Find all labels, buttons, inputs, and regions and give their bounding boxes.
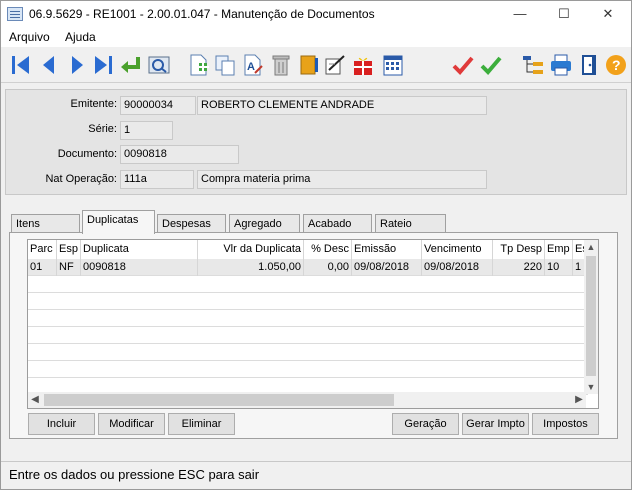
previous-record-icon[interactable] [37, 53, 61, 77]
emitente-code-field[interactable]: 90000034 [120, 96, 196, 115]
goto-icon[interactable] [119, 53, 143, 77]
cell-desc: 0,00 [304, 259, 352, 276]
nat-operacao-code-field[interactable]: 111a [120, 170, 194, 189]
search-icon[interactable] [147, 53, 171, 77]
serie-field[interactable]: 1 [120, 121, 173, 140]
last-record-icon[interactable] [91, 53, 115, 77]
incluir-button[interactable]: Incluir [28, 413, 95, 435]
col-emp[interactable]: Emp [545, 240, 573, 259]
copy-icon[interactable] [213, 53, 237, 77]
cell-parc: 01 [28, 259, 57, 276]
vertical-scroll-thumb[interactable] [586, 256, 596, 376]
cell-esp: NF [57, 259, 81, 276]
menu-bar: Arquivo Ajuda [1, 27, 631, 47]
ok-icon[interactable] [479, 53, 503, 77]
col-desc[interactable]: % Desc [304, 240, 352, 259]
col-vlr-duplicata[interactable]: Vlr da Duplicata [198, 240, 304, 259]
title-bar: 06.9.5629 - RE1001 - 2.00.01.047 - Manut… [1, 1, 631, 27]
tab-duplicatas[interactable]: Duplicatas [82, 210, 155, 234]
table-row[interactable] [28, 293, 588, 310]
exit-icon[interactable] [577, 53, 601, 77]
cell-emp: 10 [545, 259, 573, 276]
scroll-down-icon[interactable]: ▼ [584, 380, 598, 394]
main-window: 06.9.5629 - RE1001 - 2.00.01.047 - Manut… [0, 0, 632, 490]
scroll-right-icon[interactable]: ▶ [572, 392, 586, 408]
duplicatas-grid[interactable]: Parc Esp Duplicata Vlr da Duplicata % De… [27, 239, 599, 409]
documents-icon[interactable] [297, 53, 321, 77]
table-row[interactable] [28, 276, 588, 293]
vertical-scrollbar[interactable]: ▲ ▼ [584, 240, 598, 394]
scroll-left-icon[interactable]: ◀ [28, 392, 42, 408]
gerar-impto-button[interactable]: Gerar Impto [462, 413, 529, 435]
tree-icon[interactable] [521, 53, 545, 77]
emitente-label: Emitente: [70, 98, 117, 110]
status-bar: Entre os dados ou pressione ESC para sai… [1, 461, 631, 489]
app-icon [7, 7, 23, 21]
table-row[interactable] [28, 310, 588, 327]
nat-operacao-label: Nat Operação: [45, 173, 117, 185]
documento-field[interactable]: 0090818 [120, 145, 239, 164]
col-emissao[interactable]: Emissão [352, 240, 422, 259]
table-row[interactable] [28, 327, 588, 344]
table-row[interactable] [28, 361, 588, 378]
table-row[interactable]: 01 NF 0090818 1.050,00 0,00 09/08/2018 0… [28, 259, 588, 276]
serie-label: Série: [88, 123, 117, 135]
eliminar-button[interactable]: Eliminar [168, 413, 235, 435]
grid-header: Parc Esp Duplicata Vlr da Duplicata % De… [28, 240, 588, 259]
cell-emissao: 09/08/2018 [352, 259, 422, 276]
col-esp[interactable]: Esp [57, 240, 81, 259]
horizontal-scroll-thumb[interactable] [44, 394, 394, 406]
nat-operacao-desc-field: Compra materia prima [197, 170, 487, 189]
modificar-button[interactable]: Modificar [98, 413, 165, 435]
scroll-up-icon[interactable]: ▲ [584, 240, 598, 254]
calendar-icon[interactable] [381, 53, 405, 77]
cell-tp-desp: 220 [493, 259, 545, 276]
documento-label: Documento: [57, 148, 117, 160]
next-record-icon[interactable] [65, 53, 89, 77]
gift-icon[interactable] [351, 53, 375, 77]
table-row[interactable] [28, 344, 588, 361]
cell-duplicata: 0090818 [81, 259, 198, 276]
help-icon[interactable]: ? [604, 53, 628, 77]
toolbar: A ? [1, 47, 631, 83]
delete-icon[interactable] [269, 53, 293, 77]
menu-ajuda[interactable]: Ajuda [65, 30, 96, 44]
svg-text:A: A [247, 61, 255, 73]
close-button[interactable]: ✕ [593, 3, 623, 25]
print-icon[interactable] [549, 53, 573, 77]
cell-vlr-duplicata: 1.050,00 [198, 259, 304, 276]
impostos-button[interactable]: Impostos [532, 413, 599, 435]
geracao-button[interactable]: Geração [392, 413, 459, 435]
col-tp-desp[interactable]: Tp Desp [493, 240, 545, 259]
svg-text:?: ? [612, 57, 621, 73]
col-duplicata[interactable]: Duplicata [81, 240, 198, 259]
emitente-name-field: ROBERTO CLEMENTE ANDRADE [197, 96, 487, 115]
col-vencimento[interactable]: Vencimento [422, 240, 493, 259]
maximize-button[interactable]: ☐ [549, 3, 579, 25]
new-icon[interactable] [187, 53, 211, 77]
cell-vencimento: 09/08/2018 [422, 259, 493, 276]
col-parc[interactable]: Parc [28, 240, 57, 259]
sign-icon[interactable] [323, 53, 347, 77]
confirm-icon[interactable] [451, 53, 475, 77]
horizontal-scrollbar[interactable]: ◀ ▶ [28, 392, 586, 408]
edit-icon[interactable]: A [241, 53, 265, 77]
first-record-icon[interactable] [9, 53, 33, 77]
window-title: 06.9.5629 - RE1001 - 2.00.01.047 - Manut… [29, 7, 375, 21]
minimize-button[interactable]: — [505, 3, 535, 25]
menu-arquivo[interactable]: Arquivo [9, 30, 50, 44]
